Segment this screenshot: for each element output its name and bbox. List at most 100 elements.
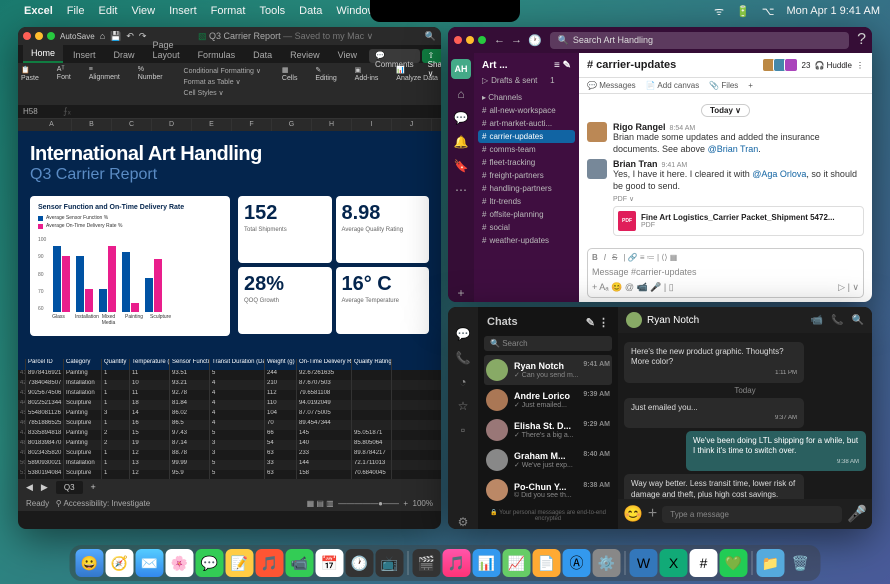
dock-keynote[interactable]: 📊 (473, 549, 501, 577)
menu-edit[interactable]: Edit (98, 5, 117, 17)
dock-music2[interactable]: 🎵 (443, 549, 471, 577)
chat-list-item[interactable]: Graham M...8:40 AM✓ We've just exp... (484, 445, 612, 475)
search-icon[interactable]: 🔍 (852, 315, 864, 326)
channel-item[interactable]: #handling-partners (478, 182, 575, 195)
tab-messages[interactable]: 💬 Messages (587, 81, 636, 90)
tab-view[interactable]: View (330, 47, 365, 63)
table-row[interactable]: 515380194084Sculpture11295.956315870.684… (18, 470, 441, 479)
chat-search[interactable]: 🔍 Search (484, 336, 612, 351)
add-icon[interactable]: + (453, 286, 469, 302)
workspace-switcher[interactable]: AH (451, 59, 471, 79)
chat-icon[interactable]: 💬 (456, 327, 471, 341)
dock-excel[interactable]: X (660, 549, 688, 577)
channel-item[interactable]: #offsite-planning (478, 208, 575, 221)
activity-icon[interactable]: 🔔 (453, 135, 469, 151)
menu-data[interactable]: Data (299, 5, 322, 17)
control-center-icon[interactable]: ⌥ (762, 5, 775, 18)
close-button[interactable] (454, 36, 462, 44)
dock-mail[interactable]: ✉️ (136, 549, 164, 577)
autosave-toggle[interactable]: AutoSave (60, 32, 95, 41)
alignment-group[interactable]: ≡ (89, 66, 120, 73)
home-icon[interactable]: ⌂ (453, 87, 469, 103)
paste-button[interactable]: 📋 (21, 66, 39, 74)
table-row[interactable]: 455548081126Painting31486.02410487.07750… (18, 410, 441, 420)
next-sheet[interactable]: ▶ (41, 482, 48, 493)
comments-button[interactable]: 💬 Comments (369, 49, 420, 63)
dock-whatsapp[interactable]: 💚 (720, 549, 748, 577)
table-row[interactable]: 448022521344Sculpture11881.84411094.0192… (18, 400, 441, 410)
dock-clock[interactable]: 🕐 (346, 549, 374, 577)
channel-item[interactable]: #ltr-trends (478, 195, 575, 208)
history-icon[interactable]: 🕐 (528, 34, 542, 47)
menu-format[interactable]: Format (211, 5, 246, 17)
send-button[interactable]: ▷ | ∨ (838, 282, 859, 293)
more-icon[interactable]: ⋯ (453, 183, 469, 199)
table-row[interactable]: 488018398470Painting21987.1435414085.805… (18, 440, 441, 450)
channel-item[interactable]: #social (478, 221, 575, 234)
avatar[interactable] (587, 122, 607, 142)
dock-slack[interactable]: # (690, 549, 718, 577)
dock-safari[interactable]: 🧭 (106, 549, 134, 577)
format-as-table[interactable]: Format as Table ∨ (181, 77, 265, 87)
help-icon[interactable]: ? (857, 31, 866, 49)
tab-files[interactable]: 📎 Files (709, 81, 738, 90)
datetime[interactable]: Mon Apr 1 9:41 AM (786, 5, 880, 17)
channels-header[interactable]: ▸ Channels (478, 91, 575, 104)
table-row[interactable]: 418978416921Painting11193.51524492.67261… (18, 370, 441, 380)
dock-calendar[interactable]: 📅 (316, 549, 344, 577)
workspace-name[interactable]: Art ... (482, 60, 508, 71)
chat-list-item[interactable]: Po-Chun Y...8:38 AM© Did you see th... (484, 475, 612, 505)
emoji-icon[interactable]: 😊 (623, 504, 643, 524)
dock-appletv[interactable]: 🎬 (413, 549, 441, 577)
date-divider[interactable]: Today ∨ (701, 104, 750, 117)
maximize-button[interactable] (478, 36, 486, 44)
table-row[interactable]: 505890930021Installation11399.9953314472… (18, 460, 441, 470)
analyze-data[interactable]: 📊 (396, 66, 438, 74)
dock-notes[interactable]: 📝 (226, 549, 254, 577)
tab-data[interactable]: Data (245, 47, 280, 63)
qat-home-icon[interactable]: ⌂ (100, 31, 105, 41)
dock-downloads[interactable]: 📁 (757, 549, 785, 577)
wifi-icon[interactable]: ᯤ (714, 4, 724, 19)
table-row[interactable]: 467851886525Sculpture11686.547089.454734… (18, 420, 441, 430)
tab-insert[interactable]: Insert (65, 47, 104, 63)
tab-add[interactable]: + (748, 81, 753, 90)
cells-group[interactable]: ▦ (282, 66, 298, 74)
channel-item[interactable]: #weather-updates (478, 234, 575, 247)
dms-icon[interactable]: 💬 (453, 111, 469, 127)
chat-list-item[interactable]: Elisha St. D...9:29 AM✓ There's a big a.… (484, 415, 612, 445)
table-row[interactable]: 439025674506Installation11192.78411279.6… (18, 390, 441, 400)
maximize-button[interactable] (47, 32, 55, 40)
menu-file[interactable]: File (67, 5, 85, 17)
close-button[interactable] (23, 32, 31, 40)
settings-icon[interactable]: ⚙ (458, 515, 469, 529)
number-group[interactable]: % (138, 66, 163, 73)
new-chat-icon[interactable]: ✎ (586, 317, 595, 329)
calls-icon[interactable]: 📞 (456, 351, 471, 365)
prev-sheet[interactable]: ◀ (26, 482, 33, 493)
dock-appstore[interactable]: Ⓐ (563, 549, 591, 577)
dock-word[interactable]: W (630, 549, 658, 577)
tab-formulas[interactable]: Formulas (190, 47, 244, 63)
search-bar[interactable]: 🔍 Search Art Handling (550, 32, 849, 49)
tab-canvas[interactable]: 📄 Add canvas (646, 81, 700, 90)
cell-styles[interactable]: Cell Styles ∨ (181, 88, 265, 98)
menu-view[interactable]: View (131, 5, 155, 17)
status-icon[interactable]: ◔ (459, 375, 466, 389)
channel-item[interactable]: #all-new-workspace (478, 104, 575, 117)
table-row[interactable]: 498023435820Sculpture11288.7836323389.87… (18, 450, 441, 460)
channel-name[interactable]: # carrier-updates (587, 59, 676, 71)
voice-call-icon[interactable]: 📞 (831, 315, 843, 326)
channel-item[interactable]: #fleet-tracking (478, 156, 575, 169)
menu-tools[interactable]: Tools (259, 5, 285, 17)
filter-icon[interactable]: ⋮ (598, 317, 609, 329)
nav-back[interactable]: ← (494, 34, 505, 47)
dock-finder[interactable]: 😀 (76, 549, 104, 577)
addins-group[interactable]: ▣ (355, 66, 379, 74)
tab-home[interactable]: Home (23, 45, 63, 63)
tab-page-layout[interactable]: Page Layout (145, 37, 188, 63)
attach-icon[interactable]: + (648, 505, 657, 523)
battery-icon[interactable]: 🔋 (736, 5, 750, 18)
name-box[interactable]: H58 (23, 107, 63, 116)
app-name[interactable]: Excel (24, 5, 53, 17)
